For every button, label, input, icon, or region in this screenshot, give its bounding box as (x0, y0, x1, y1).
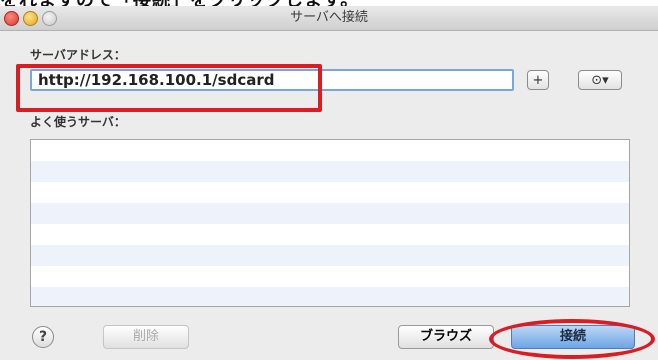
title-bar: サーバへ接続 (0, 6, 658, 31)
list-row[interactable] (31, 245, 629, 266)
list-row[interactable] (31, 287, 629, 306)
list-row[interactable] (31, 266, 629, 287)
list-row[interactable] (31, 161, 629, 182)
favorite-servers-label: よく使うサーバ： (30, 115, 126, 129)
connect-to-server-dialog: サーバへ接続 サーバアドレス： http://192.168.100.1/sdc… (0, 6, 658, 360)
help-button[interactable]: ? (32, 326, 54, 348)
favorite-servers-list[interactable] (30, 139, 630, 307)
delete-button[interactable]: 削除 (103, 325, 189, 349)
list-row[interactable] (31, 203, 629, 224)
server-address-label: サーバアドレス： (30, 48, 126, 62)
list-row[interactable] (31, 224, 629, 245)
recent-servers-button[interactable]: ⊙▾ (578, 70, 622, 90)
clock-menu-icon: ⊙▾ (591, 73, 609, 88)
connect-highlight-annotation (489, 319, 655, 359)
list-row[interactable] (31, 140, 629, 161)
list-row[interactable] (31, 182, 629, 203)
window-title: サーバへ接続 (290, 10, 368, 25)
add-favorite-button[interactable]: + (527, 70, 549, 90)
browse-button[interactable]: ブラウズ (398, 325, 494, 349)
address-highlight-annotation (16, 64, 322, 112)
